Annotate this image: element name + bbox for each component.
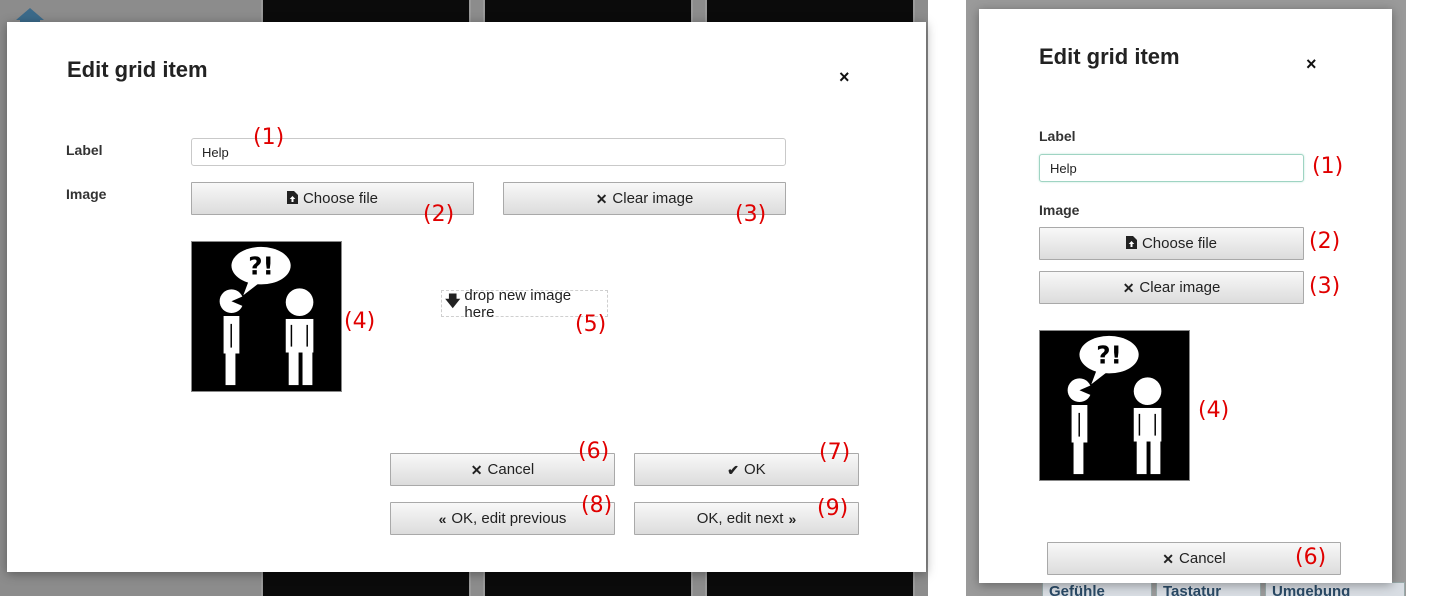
image-preview: ?! [191, 241, 342, 392]
help-pictogram-icon: ?! [1040, 331, 1189, 480]
edit-grid-item-dialog: Edit grid item × Label Image Choose file… [7, 22, 926, 572]
speech-text: ?! [1096, 341, 1122, 370]
close-icon: ✕ [1122, 279, 1135, 296]
grid-tile[interactable] [261, 570, 471, 596]
annotation-7: (7) [819, 440, 851, 465]
image-preview: ?! [1039, 330, 1190, 481]
annotation-6: (6) [1295, 545, 1327, 570]
grid-tile[interactable] [705, 570, 915, 596]
close-icon: ✕ [470, 461, 483, 478]
ok-edit-next-label: OK, edit next [696, 510, 784, 527]
close-icon: ✕ [1162, 550, 1175, 567]
clear-image-label: Clear image [1139, 279, 1221, 296]
image-caption: Image [66, 186, 107, 202]
speech-text: ?! [248, 252, 274, 281]
annotation-2: (2) [1309, 229, 1341, 254]
category-button[interactable]: Gefühle [1042, 582, 1152, 596]
annotation-6: (6) [578, 439, 610, 464]
annotation-2: (2) [423, 202, 455, 227]
annotation-8: (8) [581, 493, 613, 518]
cancel-label: Cancel [487, 461, 535, 478]
file-upload-icon [1125, 236, 1137, 251]
image-caption: Image [1039, 202, 1080, 218]
cancel-label: Cancel [1179, 550, 1226, 567]
file-upload-icon [286, 191, 298, 206]
label-caption: Label [1039, 128, 1076, 144]
dialog-title: Edit grid item [67, 57, 208, 82]
close-icon[interactable]: × [839, 67, 850, 88]
label-input[interactable] [1039, 154, 1304, 182]
annotation-9: (9) [817, 496, 849, 521]
choose-file-label: Choose file [1141, 235, 1218, 252]
grid-tile[interactable] [483, 570, 693, 596]
annotation-4: (4) [1198, 398, 1230, 423]
annotation-3: (3) [1309, 274, 1341, 299]
clear-image-label: Clear image [612, 190, 694, 207]
close-icon: ✕ [595, 190, 608, 207]
close-icon[interactable]: × [1306, 54, 1317, 75]
ok-edit-previous-label: OK, edit previous [451, 510, 567, 527]
dialog-title: Edit grid item [1039, 44, 1180, 69]
check-icon: ✔ [727, 461, 740, 478]
double-chevron-right-icon: » [788, 510, 797, 527]
choose-file-button[interactable]: Choose file [1039, 227, 1304, 260]
choose-file-label: Choose file [302, 190, 379, 207]
annotation-4: (4) [344, 309, 376, 334]
ok-label: OK [744, 461, 766, 478]
annotation-1: (1) [1312, 154, 1344, 179]
annotation-5: (5) [575, 312, 607, 337]
annotation-1: (1) [253, 125, 285, 150]
label-caption: Label [66, 142, 103, 158]
clear-image-button[interactable]: ✕ Clear image [1039, 271, 1304, 304]
help-pictogram-icon: ?! [192, 242, 341, 391]
double-chevron-left-icon: « [438, 510, 447, 527]
category-button[interactable]: Umgebung [1265, 582, 1405, 596]
arrow-down-icon: 🡇 [445, 293, 461, 310]
annotation-3: (3) [735, 202, 767, 227]
category-button[interactable]: Tastatur [1156, 582, 1261, 596]
